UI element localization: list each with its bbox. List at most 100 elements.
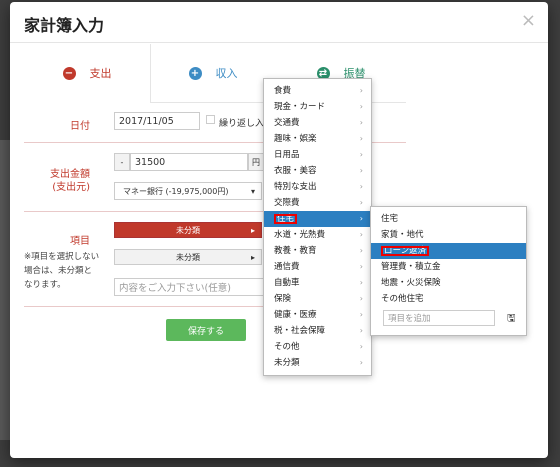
minus-sign-button[interactable]: - (114, 153, 130, 171)
chevron-right-icon: › (359, 358, 363, 367)
subcategory-menu-item-label: 家賃・地代 (381, 230, 424, 240)
category-select[interactable]: 未分類 ▸ (114, 222, 262, 238)
chevron-right-icon: › (359, 230, 363, 239)
item-label: 項目 (70, 236, 90, 247)
category-menu-item[interactable]: 教養・教育 › (264, 243, 371, 259)
category-menu-item-label: 食費 (274, 86, 292, 96)
chevron-right-icon: ▸ (250, 225, 255, 235)
chevron-right-icon: › (359, 150, 363, 159)
date-field[interactable]: 2017/11/05 (114, 112, 200, 130)
subcategory-menu-item[interactable]: 住宅 (371, 211, 526, 227)
subcategory-menu-item-label: 地震・火災保険 (381, 278, 441, 288)
subcategory-menu-item-label: 住宅 (381, 214, 399, 224)
chevron-right-icon: › (359, 214, 363, 223)
category-menu-item[interactable]: 税・社会保障 › (264, 323, 371, 339)
subcategory-menu-item[interactable]: 地震・火災保険 (371, 275, 526, 291)
chevron-right-icon: › (359, 294, 363, 303)
chevron-right-icon: › (359, 262, 363, 271)
chevron-right-icon: › (359, 102, 363, 111)
category-menu-item-label: 教養・教育 (274, 246, 317, 256)
category-menu-item[interactable]: 趣味・娯楽 › (264, 131, 371, 147)
minus-circle-icon: − (62, 66, 76, 80)
subcategory-menu-item[interactable]: ローン返済 (371, 243, 526, 259)
amount-field[interactable]: 31500 (130, 153, 248, 171)
category-menu-item[interactable]: 交際費 › (264, 195, 371, 211)
category-menu-item[interactable]: 現金・カード › (264, 99, 371, 115)
chevron-right-icon: › (359, 246, 363, 255)
category-menu-item[interactable]: 衣服・美容 › (264, 163, 371, 179)
tab-expense[interactable]: − 支出 (24, 44, 151, 102)
subcategory-menu-item[interactable]: 家賃・地代 (371, 227, 526, 243)
chevron-right-icon: › (359, 278, 363, 287)
subcategory-menu-item-label: 管理費・積立金 (381, 262, 441, 272)
category-menu-item-label: 日用品 (274, 150, 300, 160)
category-menu-item-label: 未分類 (274, 358, 300, 368)
chevron-right-icon: ▸ (250, 252, 255, 262)
tab-income[interactable]: + 収入 (150, 44, 276, 102)
category-menu-item[interactable]: 交通費 › (264, 115, 371, 131)
chevron-right-icon: › (359, 118, 363, 127)
repeat-checkbox[interactable] (206, 115, 215, 124)
memo-field[interactable]: 内容をご入力下さい(任意) (114, 278, 264, 296)
category-menu-item-label: 通信費 (274, 262, 300, 272)
chevron-down-icon: ▾ (250, 186, 255, 196)
category-menu-item[interactable]: 保険 › (264, 291, 371, 307)
chevron-right-icon: › (359, 342, 363, 351)
category-menu-item-label: 水道・光熱費 (274, 230, 326, 240)
add-item-field[interactable]: 項目を追加 (383, 310, 495, 326)
category-menu-item-label: 保険 (274, 294, 292, 304)
category-menu-item[interactable]: 住宅 › (264, 211, 371, 227)
category-menu-item[interactable]: 通信費 › (264, 259, 371, 275)
chevron-right-icon: › (359, 166, 363, 175)
category-note: ※項目を選択しない場合は、未分類となります。 (24, 252, 100, 290)
tab-expense-label: 支出 (89, 67, 112, 80)
category-menu-item[interactable]: 健康・医療 › (264, 307, 371, 323)
category-menu-item[interactable]: 日用品 › (264, 147, 371, 163)
chevron-right-icon: › (359, 310, 363, 319)
header-divider (10, 42, 548, 43)
category-menu-item-label: 趣味・娯楽 (274, 134, 317, 144)
category-menu-item-label: 税・社会保障 (274, 326, 326, 336)
category-menu-item[interactable]: 水道・光熱費 › (264, 227, 371, 243)
subcategory-menu-item-label: ローン返済 (381, 246, 430, 256)
account-select[interactable]: マネー銀行 (-19,975,000円) ▾ (114, 182, 262, 200)
save-button[interactable]: 保存する (166, 319, 246, 341)
category-menu-item[interactable]: 未分類 › (264, 355, 371, 371)
subcategory-select[interactable]: 未分類 ▸ (114, 249, 262, 265)
plus-circle-icon: + (188, 66, 202, 80)
category-menu-item-label: 特別な支出 (274, 182, 317, 192)
category-menu-item-label: 住宅 (274, 214, 298, 224)
category-menu-item-label: 自動車 (274, 278, 300, 288)
chevron-right-icon: › (359, 134, 363, 143)
chevron-right-icon: › (359, 86, 363, 95)
category-menu-item-label: 交際費 (274, 198, 300, 208)
date-label: 日付 (70, 121, 90, 132)
category-menu-item[interactable]: その他 › (264, 339, 371, 355)
category-menu-item[interactable]: 食費 › (264, 83, 371, 99)
category-select-value: 未分類 (176, 225, 200, 235)
category-menu-item-label: 衣服・美容 (274, 166, 317, 176)
subcategory-menu-item[interactable]: その他住宅 (371, 291, 526, 307)
subcategory-menu: 項目を追加 🖫 住宅家賃・地代ローン返済管理費・積立金 地震・火災保険 その他住宅 (370, 206, 527, 336)
category-menu: 食費 › 現金・カード › 交通費 › 趣味・娯楽 › 日用品 › 衣服・美容 › 特別な支出 › 交際費 ›… (263, 78, 372, 376)
category-menu-item-label: 健康・医療 (274, 310, 317, 320)
category-menu-item-label: その他 (274, 342, 300, 352)
category-menu-item[interactable]: 特別な支出 › (264, 179, 371, 195)
account-select-value: マネー銀行 (-19,975,000円) (123, 186, 229, 196)
category-menu-item[interactable]: 自動車 › (264, 275, 371, 291)
close-icon[interactable]: × (521, 10, 536, 31)
category-menu-item-label: 現金・カード (274, 102, 326, 112)
tab-income-label: 収入 (215, 67, 238, 80)
chevron-right-icon: › (359, 326, 363, 335)
category-menu-item-label: 交通費 (274, 118, 300, 128)
chevron-right-icon: › (359, 182, 363, 191)
amount-source-label: (支出元) (52, 182, 90, 193)
chevron-right-icon: › (359, 198, 363, 207)
currency-label: 円 (248, 153, 264, 171)
subcategory-select-value: 未分類 (176, 252, 200, 262)
subcategory-menu-item-label: その他住宅 (381, 294, 424, 304)
subcategory-menu-item[interactable]: 管理費・積立金 (371, 259, 526, 275)
floppy-icon[interactable]: 🖫 (507, 311, 516, 328)
background-edge (0, 140, 10, 440)
modal-title: 家計簿入力 (24, 16, 105, 35)
